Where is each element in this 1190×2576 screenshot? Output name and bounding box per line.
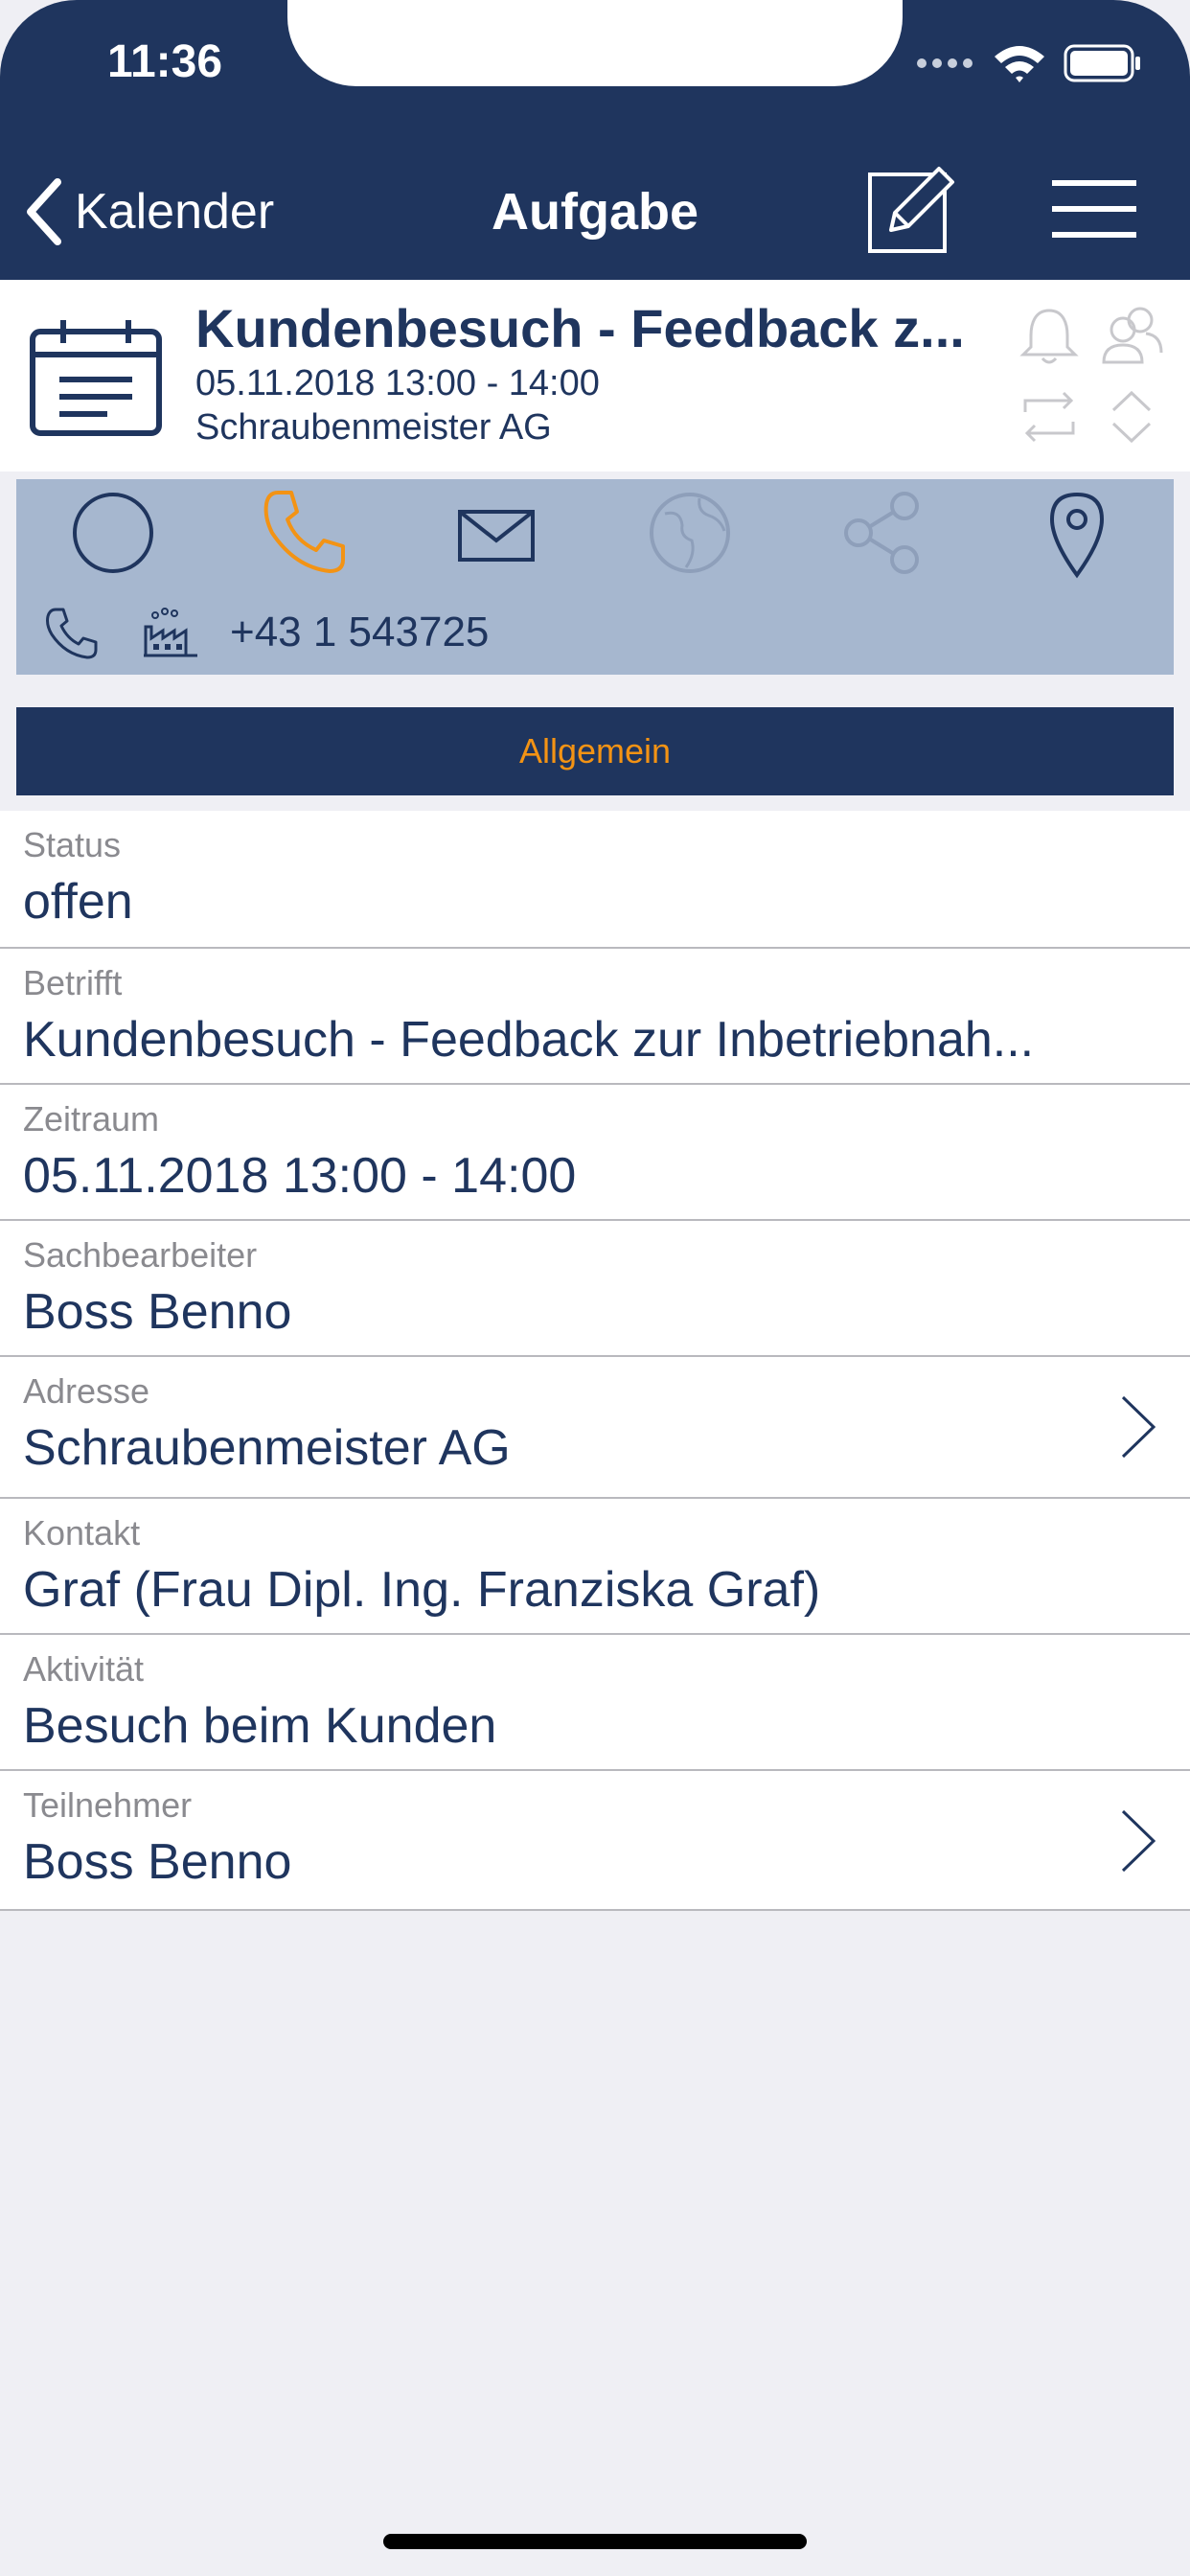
task-company: Schraubenmeister AG — [195, 407, 552, 448]
share-icon[interactable] — [834, 485, 929, 581]
field-adresse[interactable]: Adresse Schraubenmeister AG — [0, 1357, 1190, 1499]
field-label: Kontakt — [23, 1513, 141, 1552]
wifi-icon — [995, 46, 1044, 82]
field-value: Boss Benno — [23, 1284, 292, 1340]
field-value: Besuch beim Kunden — [23, 1698, 497, 1754]
tab-allgemein[interactable]: Allgemein — [16, 707, 1174, 795]
header: 11:36 Kalender Aufgabe — [0, 0, 1190, 280]
location-pin-icon[interactable] — [1029, 485, 1125, 581]
status-circle-icon[interactable] — [65, 485, 161, 581]
field-label: Adresse — [23, 1371, 150, 1411]
chevron-up-down-icon[interactable] — [1098, 383, 1165, 450]
field-sachbearbeiter[interactable]: Sachbearbeiter Boss Benno — [0, 1221, 1190, 1357]
field-label: Betrifft — [23, 963, 123, 1002]
field-label: Sachbearbeiter — [23, 1235, 258, 1275]
task-datetime: 05.11.2018 13:00 - 14:00 — [195, 363, 600, 403]
field-label: Teilnehmer — [23, 1785, 193, 1825]
email-icon[interactable] — [448, 485, 544, 581]
field-label: Zeitraum — [23, 1099, 160, 1138]
phone-number[interactable]: +43 1 543725 — [230, 606, 489, 659]
phone-icon[interactable] — [257, 485, 353, 581]
field-kontakt[interactable]: Kontakt Graf (Frau Dipl. Ing. Franziska … — [0, 1499, 1190, 1635]
home-indicator[interactable] — [383, 2534, 807, 2549]
field-aktivitaet[interactable]: Aktivität Besuch beim Kunden — [0, 1635, 1190, 1771]
field-list: Status offen Betrifft Kundenbesuch - Fee… — [0, 811, 1190, 1911]
status-icons — [916, 36, 1142, 90]
field-zeitraum[interactable]: Zeitraum 05.11.2018 13:00 - 14:00 — [0, 1085, 1190, 1221]
field-value: offen — [23, 874, 133, 930]
field-teilnehmer[interactable]: Teilnehmer Boss Benno — [0, 1771, 1190, 1911]
page-title: Aufgabe — [492, 183, 698, 241]
menu-button[interactable] — [1050, 174, 1138, 243]
bell-icon[interactable] — [1016, 303, 1083, 370]
repeat-icon[interactable] — [1016, 383, 1083, 450]
field-value: Boss Benno — [23, 1834, 292, 1890]
field-status[interactable]: Status offen — [0, 811, 1190, 949]
field-value: Graf (Frau Dipl. Ing. Franziska Graf) — [23, 1562, 821, 1618]
status-time: 11:36 — [106, 36, 223, 87]
task-title: Kundenbesuch - Feedback z... — [195, 298, 965, 358]
calendar-task-icon — [30, 320, 162, 436]
screen: 11:36 Kalender Aufgabe Kundenbesuch - Fe… — [0, 0, 1190, 2576]
chevron-left-icon — [27, 178, 61, 245]
field-label: Status — [23, 825, 122, 864]
cellular-signal-icon — [917, 58, 973, 68]
edit-button[interactable] — [864, 161, 960, 257]
field-value: Schraubenmeister AG — [23, 1420, 511, 1476]
field-value: Kundenbesuch - Feedback zur Inbetriebnah… — [23, 1012, 1035, 1068]
field-betrifft[interactable]: Betrifft Kundenbesuch - Feedback zur Inb… — [0, 949, 1190, 1085]
back-button[interactable]: Kalender — [25, 169, 274, 255]
notch — [287, 0, 903, 86]
company-factory-icon — [144, 608, 197, 657]
back-label: Kalender — [75, 184, 275, 240]
web-globe-icon[interactable] — [642, 485, 738, 581]
battery-icon — [1064, 44, 1140, 82]
chevron-right-icon[interactable] — [1117, 1807, 1159, 1874]
field-value: 05.11.2018 13:00 - 14:00 — [23, 1148, 577, 1204]
chevron-right-icon[interactable] — [1117, 1393, 1159, 1460]
field-label: Aktivität — [23, 1649, 145, 1689]
participants-icon[interactable] — [1098, 303, 1165, 370]
phone-small-icon — [46, 608, 98, 659]
